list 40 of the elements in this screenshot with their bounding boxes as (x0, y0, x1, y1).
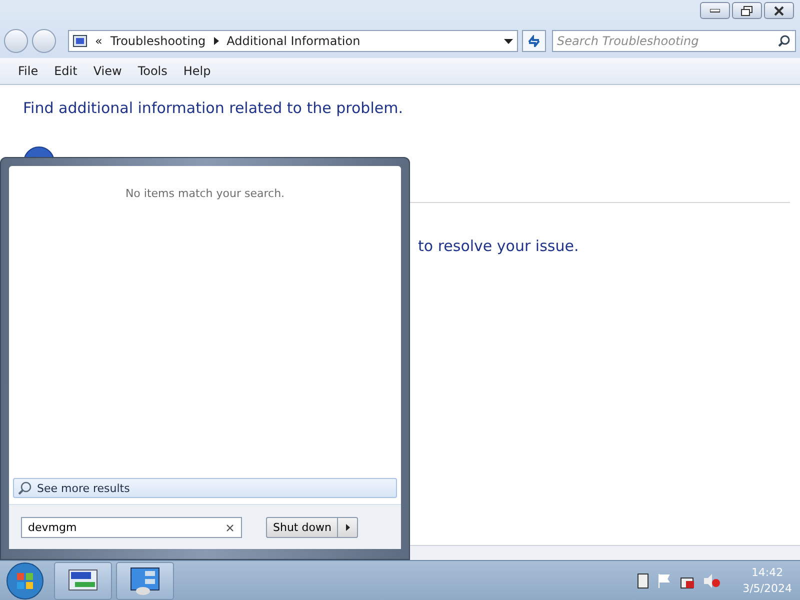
window-icon (67, 568, 99, 594)
menu-item[interactable]: Tools (132, 62, 174, 80)
breadcrumb-item[interactable]: « (95, 34, 102, 48)
control-panel-icon (129, 566, 161, 596)
menu-item[interactable]: View (87, 62, 128, 80)
taskbar-button[interactable] (54, 562, 112, 600)
shutdown-options-button[interactable] (338, 516, 358, 538)
close-icon (774, 6, 784, 16)
document-icon[interactable] (636, 572, 649, 588)
dropdown-icon[interactable] (504, 38, 513, 44)
shut-down-button[interactable]: Shut down (266, 516, 338, 538)
control-panel-icon (73, 35, 87, 47)
clock-date: 3/5/2024 (742, 580, 792, 596)
address-bar[interactable]: « Troubleshooting Additional Information (68, 30, 518, 52)
taskbar-button[interactable] (116, 562, 174, 600)
info-text: to resolve your issue. (418, 237, 580, 255)
search-icon (778, 35, 790, 47)
restore-icon (741, 6, 753, 16)
breadcrumb-item[interactable]: Troubleshooting (110, 34, 206, 48)
clock-time: 14:42 (751, 564, 784, 580)
speaker-muted-icon[interactable] (702, 572, 721, 588)
clear-icon[interactable] (226, 524, 234, 532)
start-search-field[interactable]: devmgm (21, 516, 242, 538)
breadcrumb-item[interactable]: Additional Information (226, 34, 360, 48)
minimize-button[interactable] (700, 2, 730, 19)
restore-button[interactable] (732, 2, 762, 19)
search-field[interactable]: Search Troubleshooting (552, 30, 796, 52)
see-more-results-button[interactable]: See more results (13, 478, 397, 498)
menu-item[interactable]: File (12, 62, 44, 80)
no-results-message: No items match your search. (125, 187, 285, 200)
close-button[interactable] (764, 2, 794, 19)
menu-item[interactable]: Edit (48, 62, 84, 80)
refresh-icon (527, 35, 541, 47)
search-icon (18, 481, 32, 495)
chevron-icon (214, 37, 219, 45)
page-heading: Find additional information related to the problem. (23, 99, 404, 117)
menu-item[interactable]: Help (177, 62, 217, 80)
arrow-icon (346, 524, 350, 530)
refresh-button[interactable] (522, 30, 546, 52)
minimize-icon (710, 8, 720, 12)
